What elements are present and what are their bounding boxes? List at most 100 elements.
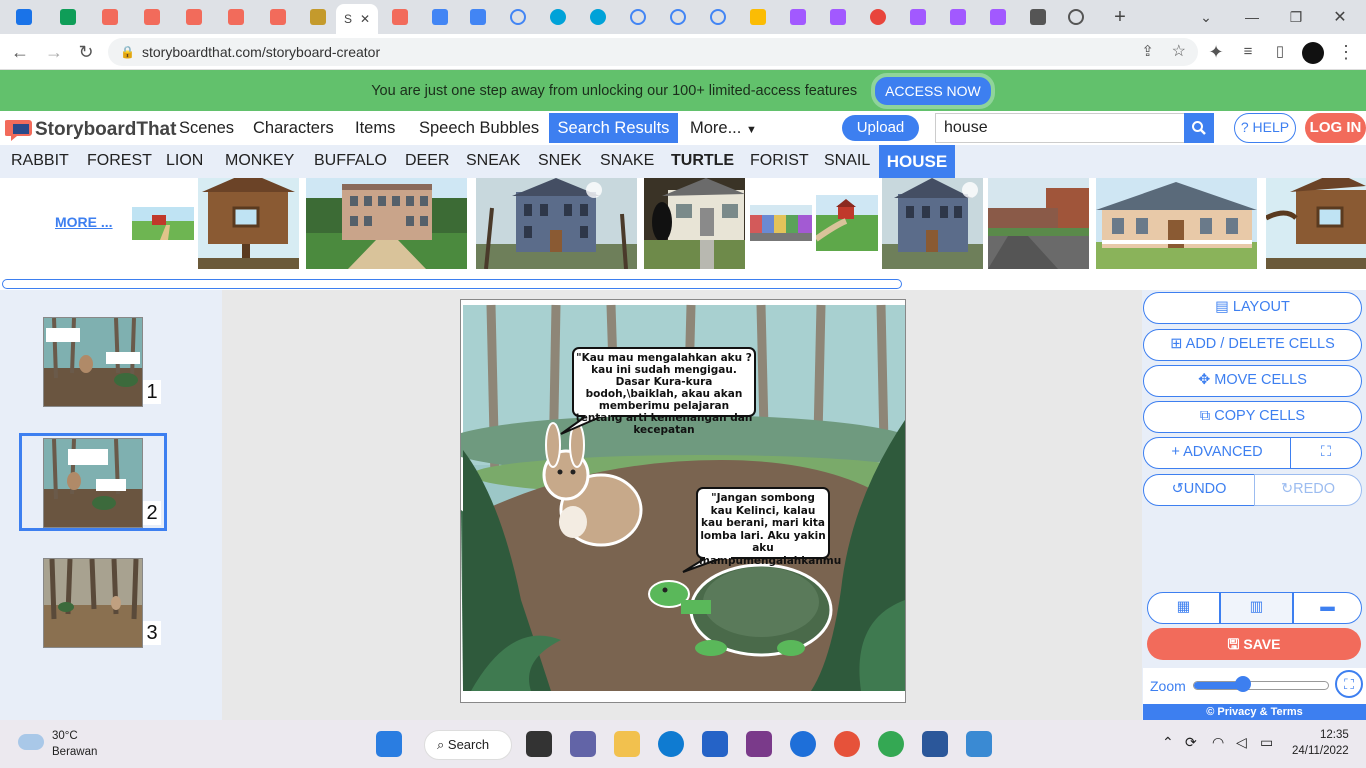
browser-tab[interactable] [818, 4, 858, 30]
scene-thumbnail[interactable] [816, 195, 878, 251]
undo-button[interactable]: ↺UNDO [1143, 474, 1255, 506]
browser-tab[interactable] [216, 4, 256, 30]
browser-tab[interactable] [420, 4, 460, 30]
scene-thumbnail[interactable] [476, 178, 637, 269]
profile-avatar[interactable] [1302, 42, 1324, 64]
volume-icon[interactable]: ◁ [1236, 734, 1247, 751]
search-icon[interactable] [1184, 113, 1214, 143]
maximize-icon[interactable]: ❐ [1276, 4, 1316, 30]
keyword-forest[interactable]: FOREST [87, 152, 152, 170]
taskbar-search[interactable]: ⌕ Search [424, 730, 512, 760]
browser-tab[interactable] [538, 4, 578, 30]
keyword-monkey[interactable]: MONKEY [225, 152, 294, 170]
share-icon[interactable]: ⇪ [1141, 38, 1154, 66]
browser-tab[interactable] [938, 4, 978, 30]
browser-tab[interactable] [132, 4, 172, 30]
weather-temp[interactable]: 30°C [52, 730, 78, 742]
clock-date[interactable]: 24/11/2022 [1292, 745, 1349, 757]
cell-thumbnail-3[interactable] [43, 558, 143, 648]
cell-thumbnail-1[interactable] [43, 317, 143, 407]
advanced-button[interactable]: + ADVANCED [1143, 437, 1291, 469]
keyword-sneak[interactable]: SNEAK [466, 152, 520, 170]
photos-icon[interactable] [966, 731, 992, 757]
app-icon[interactable] [746, 731, 772, 757]
access-now-button[interactable]: ACCESS NOW [871, 72, 995, 109]
edge-icon[interactable] [658, 731, 684, 757]
login-button[interactable]: LOG IN [1305, 113, 1366, 143]
scene-thumbnail[interactable] [132, 207, 194, 240]
browser-tab[interactable] [90, 4, 130, 30]
menu-icon[interactable]: ⋮ [1334, 40, 1358, 64]
browser-tab[interactable] [1056, 4, 1096, 30]
start-windows-icon[interactable] [376, 731, 402, 757]
browser-tab[interactable] [498, 4, 538, 30]
view-single-button[interactable]: ▬ [1293, 592, 1362, 624]
browser-tab[interactable] [258, 4, 298, 30]
browser-tab[interactable] [1018, 4, 1058, 30]
horizontal-scrollbar[interactable] [2, 279, 902, 289]
storyboardthat-logo[interactable]: StoryboardThat [5, 118, 176, 142]
browser-tab[interactable] [618, 4, 658, 30]
back-icon[interactable]: ← [8, 40, 32, 64]
owl-app-icon[interactable] [834, 731, 860, 757]
scene-thumbnail[interactable] [1096, 178, 1257, 269]
browser-tab[interactable] [858, 4, 898, 30]
scene-thumbnail[interactable] [750, 205, 812, 241]
new-tab-button[interactable]: + [1100, 4, 1140, 30]
view-columns-button[interactable]: ▥ [1220, 592, 1293, 624]
privacy-terms-link[interactable]: © Privacy & Terms [1143, 704, 1366, 720]
store-icon[interactable] [702, 731, 728, 757]
save-button[interactable]: 🖫 SAVE [1147, 628, 1361, 660]
nav-characters[interactable]: Characters [253, 119, 334, 138]
scene-thumbnail[interactable] [644, 178, 745, 269]
view-grid-button[interactable]: ▦ [1147, 592, 1220, 624]
chevron-up-icon[interactable]: ⌃ [1162, 734, 1174, 751]
browser-tab[interactable] [298, 4, 338, 30]
keyword-house[interactable]: HOUSE [879, 145, 955, 178]
keyword-rabbit[interactable]: RABBIT [11, 152, 69, 170]
nav-more[interactable]: More... ▼ [690, 119, 757, 138]
battery-icon[interactable]: ▭ [1260, 734, 1273, 751]
browser-tab[interactable] [174, 4, 214, 30]
scene-thumbnail[interactable] [882, 178, 983, 269]
cell-thumbnail-2[interactable] [43, 438, 143, 528]
nav-scenes[interactable]: Scenes [179, 119, 234, 138]
word-icon[interactable] [922, 731, 948, 757]
media-icon[interactable]: ≡ [1236, 40, 1260, 64]
sync-icon[interactable]: ⟳ [1185, 734, 1197, 751]
tab-search-chevron-icon[interactable]: ⌄ [1186, 4, 1226, 30]
close-icon[interactable]: ✕ [360, 12, 370, 26]
speech-bubble-rabbit[interactable]: "Kau mau mengalahkan aku ? kau ini sudah… [575, 352, 753, 436]
forward-icon[interactable]: → [42, 40, 66, 64]
bookmark-star-icon[interactable]: ☆ [1172, 38, 1186, 66]
help-icon[interactable] [790, 731, 816, 757]
scene-thumbnail[interactable] [1266, 178, 1366, 269]
keyword-snake[interactable]: SNAKE [600, 152, 654, 170]
browser-tab[interactable] [698, 4, 738, 30]
keyword-deer[interactable]: DEER [405, 152, 449, 170]
weather-desc[interactable]: Berawan [52, 746, 97, 758]
reload-icon[interactable]: ↻ [74, 40, 98, 64]
browser-tab[interactable] [380, 4, 420, 30]
browser-tab[interactable] [978, 4, 1018, 30]
teams-icon[interactable] [570, 731, 596, 757]
chrome-icon[interactable] [878, 731, 904, 757]
keyword-snail[interactable]: SNAIL [824, 152, 870, 170]
search-input[interactable]: house [935, 113, 1185, 143]
window-close-icon[interactable]: ✕ [1320, 4, 1360, 30]
wifi-icon[interactable]: ◠ [1212, 734, 1224, 751]
storyboard-cell-canvas[interactable]: "Kau mau mengalahkan aku ? kau ini sudah… [460, 299, 906, 703]
extensions-icon[interactable]: ✦ [1204, 40, 1228, 64]
layout-button[interactable]: ▤ LAYOUT [1143, 292, 1362, 324]
upload-button[interactable]: Upload [842, 115, 919, 141]
move-cells-button[interactable]: ✥ MOVE CELLS [1143, 365, 1362, 397]
browser-tab-active[interactable]: S ✕ [336, 4, 378, 34]
minimize-icon[interactable]: — [1232, 4, 1272, 30]
scene-thumbnail[interactable] [198, 178, 299, 269]
keyword-turtle[interactable]: TURTLE [671, 152, 734, 170]
side-panel-icon[interactable]: ▯ [1268, 40, 1292, 64]
keyword-lion[interactable]: LION [166, 152, 203, 170]
add-delete-cells-button[interactable]: ⊞ ADD / DELETE CELLS [1143, 329, 1362, 361]
browser-tab[interactable] [578, 4, 618, 30]
fullscreen-button[interactable]: ⛶ [1290, 437, 1362, 469]
